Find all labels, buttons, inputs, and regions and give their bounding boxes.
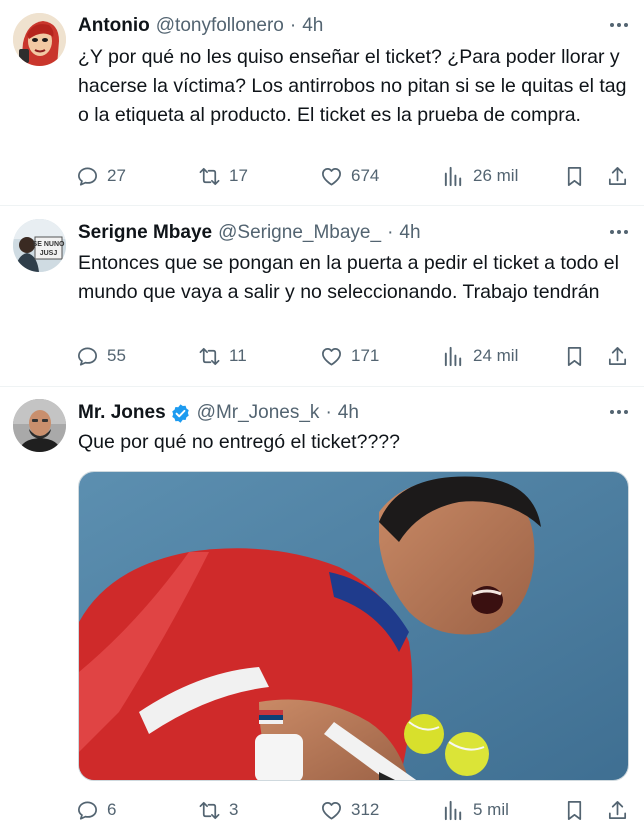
retweet-button[interactable]: 11 xyxy=(198,342,247,370)
views-count: 26 mil xyxy=(473,166,519,185)
views-button[interactable]: 26 mil xyxy=(442,162,518,190)
tweet-text: Entonces que se pongan en la puerta a pe… xyxy=(78,252,619,303)
tweet-text: ¿Y por qué no les quiso enseñar el ticke… xyxy=(78,46,627,126)
more-icon[interactable] xyxy=(606,14,632,36)
share-button[interactable] xyxy=(606,342,629,370)
like-count: 312 xyxy=(351,800,380,819)
user-handle[interactable]: @Mr_Jones_k xyxy=(197,402,320,424)
display-name[interactable]: Mr. Jones xyxy=(78,402,166,424)
reply-button[interactable]: 55 xyxy=(76,342,126,370)
tweet-header: Antonio @tonyfollonero · 4h xyxy=(78,15,323,37)
reply-button[interactable]: 6 xyxy=(76,796,116,824)
retweet-button[interactable]: 3 xyxy=(198,796,238,824)
user-handle[interactable]: @tonyfollonero xyxy=(156,15,284,37)
heart-icon xyxy=(322,801,341,820)
retweet-icon xyxy=(199,801,220,819)
avatar[interactable] xyxy=(13,13,66,66)
bookmark-button[interactable] xyxy=(563,342,586,370)
views-count: 24 mil xyxy=(473,346,519,365)
avatar[interactable] xyxy=(13,399,66,452)
like-count: 674 xyxy=(351,166,380,185)
heart-icon xyxy=(322,347,341,366)
like-button[interactable]: 312 xyxy=(320,796,379,824)
retweet-icon xyxy=(199,347,220,365)
retweet-count: 11 xyxy=(229,346,247,365)
bookmark-icon xyxy=(567,800,582,820)
timestamp[interactable]: 4h xyxy=(338,402,359,424)
tweet-header: Mr. Jones @Mr_Jones_k · 4h xyxy=(78,402,359,424)
tweet-antonio[interactable]: Antonio @tonyfollonero · 4h ¿Y por qué n… xyxy=(0,0,644,200)
tweet-media-photo[interactable] xyxy=(78,471,629,781)
retweet-count: 3 xyxy=(229,800,239,819)
avatar-sign-line-2: JUSJ xyxy=(40,250,58,257)
separator-dot: · xyxy=(387,222,394,243)
timestamp[interactable]: 4h xyxy=(302,15,323,37)
views-count: 5 mil xyxy=(473,800,509,819)
reply-icon xyxy=(78,346,97,366)
display-name[interactable]: Antonio xyxy=(78,15,150,37)
views-icon xyxy=(444,800,462,820)
share-button[interactable] xyxy=(606,796,629,824)
reply-icon xyxy=(78,800,97,820)
like-button[interactable]: 674 xyxy=(320,162,379,190)
avatar[interactable]: SE NUNO JUSJ xyxy=(13,219,66,272)
reply-button[interactable]: 27 xyxy=(76,162,126,190)
retweet-button[interactable]: 17 xyxy=(198,162,248,190)
views-icon xyxy=(444,346,462,366)
retweet-icon xyxy=(199,167,220,185)
like-button[interactable]: 171 xyxy=(320,342,379,370)
tweet-serigne-mbaye[interactable]: SE NUNO JUSJ Serigne Mbaye @Serigne_Mbay… xyxy=(0,206,644,386)
display-name[interactable]: Serigne Mbaye xyxy=(78,222,212,244)
share-icon xyxy=(608,166,627,185)
reply-count: 27 xyxy=(107,166,126,185)
action-bar: 55 11 171 24 mil xyxy=(76,342,636,370)
tweet-text: Que por qué no entregó el ticket???? xyxy=(78,431,400,453)
share-icon xyxy=(608,800,627,819)
heart-icon xyxy=(322,167,341,186)
like-count: 171 xyxy=(351,346,380,365)
tweet-header: Serigne Mbaye @Serigne_Mbaye_ · 4h xyxy=(78,222,421,244)
bookmark-icon xyxy=(567,346,582,366)
views-button[interactable]: 24 mil xyxy=(442,342,518,370)
views-button[interactable]: 5 mil xyxy=(442,796,509,824)
retweet-count: 17 xyxy=(229,166,248,185)
separator-dot: · xyxy=(289,15,297,36)
share-icon xyxy=(608,346,627,365)
user-handle[interactable]: @Serigne_Mbaye_ xyxy=(218,222,381,244)
separator-dot: · xyxy=(325,402,332,423)
bookmark-button[interactable] xyxy=(563,796,586,824)
reply-icon xyxy=(78,166,97,186)
share-button[interactable] xyxy=(606,162,629,190)
more-icon[interactable] xyxy=(606,221,632,243)
avatar-sign-line-1: SE NUNO xyxy=(33,241,65,248)
bookmark-button[interactable] xyxy=(563,162,586,190)
action-bar: 27 17 674 26 mil xyxy=(76,162,636,190)
divider xyxy=(0,386,644,387)
timestamp[interactable]: 4h xyxy=(399,222,420,244)
verified-badge-icon[interactable] xyxy=(170,403,191,424)
bookmark-icon xyxy=(567,166,582,186)
action-bar: 6 3 312 5 mil xyxy=(76,796,636,824)
reply-count: 6 xyxy=(107,800,117,819)
reply-count: 55 xyxy=(107,346,126,365)
views-icon xyxy=(444,166,462,186)
more-icon[interactable] xyxy=(606,401,632,423)
